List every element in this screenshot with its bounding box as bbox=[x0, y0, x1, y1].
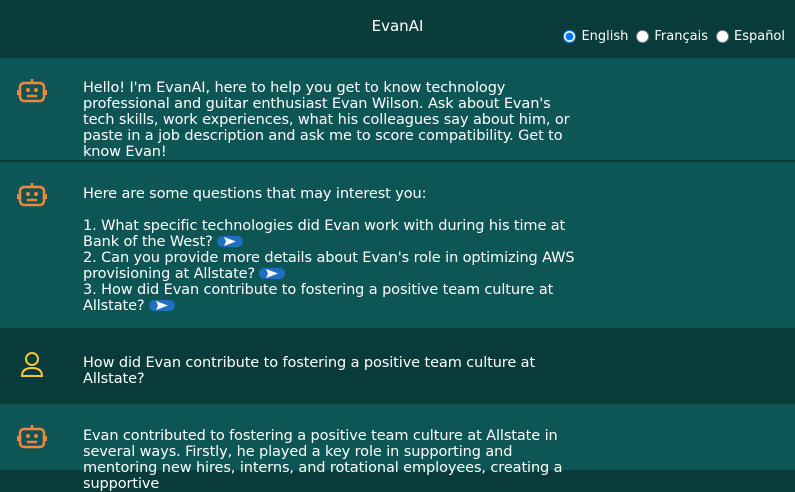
send-icon bbox=[155, 300, 168, 310]
radio-spanish[interactable] bbox=[715, 30, 729, 43]
language-option-french[interactable]: Français bbox=[636, 29, 708, 44]
send-question-button[interactable] bbox=[148, 299, 175, 311]
robot-icon bbox=[17, 79, 47, 103]
radio-english[interactable] bbox=[563, 30, 577, 43]
language-label-spanish: Español bbox=[733, 29, 785, 44]
header: EvanAI English Français Español bbox=[0, 0, 795, 56]
question-text: 1. What specific technologies did Evan w… bbox=[83, 218, 566, 250]
radio-french[interactable] bbox=[636, 30, 650, 43]
send-question-button[interactable] bbox=[259, 267, 286, 279]
send-question-button[interactable] bbox=[216, 235, 243, 247]
suggested-question-2: 2. Can you provide more details about Ev… bbox=[83, 250, 583, 282]
chat-message-bot: Hello! I'm EvanAI, here to help you get … bbox=[0, 58, 795, 160]
send-icon bbox=[266, 268, 279, 278]
question-text: 2. Can you provide more details about Ev… bbox=[83, 250, 575, 282]
message-text: Hello! I'm EvanAI, here to help you get … bbox=[83, 80, 570, 160]
suggested-questions: Here are some questions that may interes… bbox=[83, 186, 583, 314]
chat-message-user: How did Evan contribute to fostering a p… bbox=[0, 330, 795, 404]
language-option-english[interactable]: English bbox=[563, 29, 628, 44]
chat-message-bot: Here are some questions that may interes… bbox=[0, 162, 795, 328]
robot-icon bbox=[17, 425, 47, 449]
language-option-spanish[interactable]: Español bbox=[715, 29, 785, 44]
language-label-french: Français bbox=[654, 29, 708, 44]
questions-intro: Here are some questions that may interes… bbox=[83, 186, 427, 202]
language-label-english: English bbox=[581, 29, 629, 44]
robot-icon bbox=[17, 183, 47, 207]
user-icon bbox=[20, 352, 44, 377]
send-icon bbox=[223, 236, 236, 246]
suggested-question-1: 1. What specific technologies did Evan w… bbox=[83, 218, 583, 250]
message-text: Evan contributed to fostering a positive… bbox=[83, 428, 563, 492]
message-text: How did Evan contribute to fostering a p… bbox=[83, 355, 536, 387]
language-selector: English Français Español bbox=[555, 29, 785, 44]
suggested-question-3: 3. How did Evan contribute to fostering … bbox=[83, 282, 583, 314]
chat-message-bot: Evan contributed to fostering a positive… bbox=[0, 404, 795, 492]
